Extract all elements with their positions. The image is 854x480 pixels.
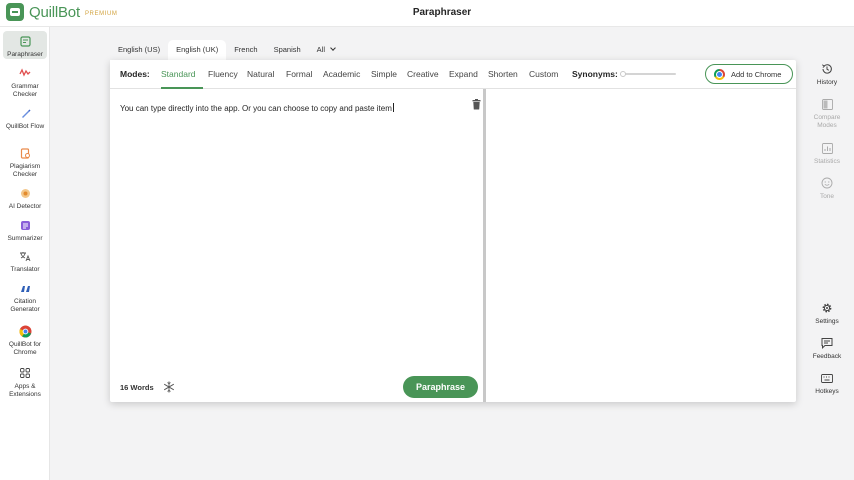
translate-icon	[18, 249, 32, 263]
mode-expand[interactable]: Expand	[449, 69, 478, 79]
input-text: You can type directly into the app. Or y…	[120, 104, 392, 113]
text-cursor	[392, 103, 394, 112]
sidebar-item-grammar-checker[interactable]: Grammar Checker	[3, 66, 47, 99]
panel-divider[interactable]	[483, 89, 486, 402]
language-tabs: English (US) English (UK) French Spanish…	[110, 40, 343, 60]
mode-creative[interactable]: Creative	[407, 69, 439, 79]
mode-custom[interactable]: Custom	[529, 69, 558, 79]
freeze-words-button[interactable]	[163, 380, 175, 393]
feedback-icon	[820, 336, 834, 350]
rail-item-hotkeys[interactable]: Hotkeys	[806, 371, 848, 396]
snowflake-icon	[163, 381, 175, 393]
sidebar-item-label: Paraphraser	[7, 51, 43, 58]
sidebar-item-quillbot-for-chrome[interactable]: QuillBot for Chrome	[3, 324, 47, 357]
paraphraser-icon	[18, 35, 32, 48]
tone-icon	[820, 176, 834, 190]
sidebar-item-label: Citation Generator	[10, 298, 40, 313]
ai-detector-icon	[18, 186, 32, 200]
apps-grid-icon	[18, 366, 32, 380]
sidebar: Paraphraser Grammar Checker QuillBot Flo…	[0, 27, 50, 480]
sidebar-item-label: Grammar Checker	[11, 83, 39, 98]
sidebar-item-label: QuillBot Flow	[5, 123, 45, 130]
rail-item-label: Hotkeys	[815, 388, 839, 395]
rail-item-feedback[interactable]: Feedback	[806, 336, 848, 361]
mode-academic[interactable]: Academic	[323, 69, 360, 79]
rail-item-settings[interactable]: Settings	[806, 301, 848, 326]
gear-icon	[820, 301, 834, 315]
word-count: 16 Words	[120, 383, 154, 392]
rail-item-label: History	[816, 79, 838, 86]
sidebar-item-quillbot-flow[interactable]: QuillBot Flow	[3, 106, 47, 131]
rail-item-label: Feedback	[812, 353, 842, 360]
modes-label: Modes:	[120, 69, 150, 79]
summarizer-icon	[18, 218, 32, 232]
rail-item-compare-modes[interactable]: Compare Modes	[806, 97, 848, 130]
rail-item-tone[interactable]: Tone	[806, 176, 848, 201]
paraphrase-button[interactable]: Paraphrase	[403, 376, 478, 398]
synonyms-label: Synonyms:	[572, 69, 618, 79]
mode-standard[interactable]: Standard	[161, 69, 196, 79]
sidebar-item-label: Plagiarism Checker	[9, 163, 41, 178]
chrome-icon	[714, 68, 725, 80]
sidebar-item-label: AI Detector	[8, 203, 42, 210]
add-to-chrome-button[interactable]: Add to Chrome	[705, 64, 793, 84]
sidebar-item-paraphraser[interactable]: Paraphraser	[3, 31, 47, 59]
sidebar-item-label: Summarizer	[7, 235, 43, 242]
sidebar-item-translator[interactable]: Translator	[3, 249, 47, 274]
pen-icon	[18, 106, 32, 120]
sidebar-item-citation-generator[interactable]: Citation Generator	[3, 281, 47, 314]
mode-natural[interactable]: Natural	[247, 69, 274, 79]
mode-fluency[interactable]: Fluency	[208, 69, 238, 79]
sidebar-item-summarizer[interactable]: Summarizer	[3, 218, 47, 243]
page-title: Paraphraser	[412, 7, 472, 18]
keyboard-icon	[820, 371, 834, 385]
active-mode-indicator	[161, 87, 203, 89]
input-text-area[interactable]: You can type directly into the app. Or y…	[120, 103, 460, 113]
tab-spanish[interactable]: Spanish	[266, 40, 309, 60]
tab-french[interactable]: French	[226, 40, 265, 60]
sidebar-item-ai-detector[interactable]: AI Detector	[3, 186, 47, 211]
modes-bar: Modes: Standard Fluency Natural Formal A…	[110, 60, 796, 89]
trash-icon	[472, 99, 481, 110]
rail-item-label: Compare Modes	[813, 114, 841, 129]
history-icon	[820, 62, 834, 76]
mode-simple[interactable]: Simple	[371, 69, 397, 79]
add-to-chrome-label: Add to Chrome	[731, 69, 782, 79]
grammar-icon	[18, 66, 32, 80]
sidebar-item-label: QuillBot for Chrome	[8, 341, 42, 356]
rail-item-history[interactable]: History	[806, 62, 848, 87]
top-bar: QuillBot PREMIUM Paraphraser	[0, 0, 854, 27]
rail-item-label: Statistics	[813, 158, 840, 165]
chevron-down-icon	[330, 45, 336, 51]
rail-item-label: Settings	[815, 318, 839, 325]
tab-all-languages[interactable]: All	[309, 40, 343, 60]
compare-icon	[820, 97, 834, 111]
quote-icon	[18, 281, 32, 295]
rail-item-label: Tone	[819, 193, 835, 200]
chrome-icon	[18, 324, 32, 338]
paraphraser-panel: Modes: Standard Fluency Natural Formal A…	[110, 60, 796, 402]
tab-english-uk[interactable]: English (UK)	[168, 40, 227, 60]
mode-shorten[interactable]: Shorten	[488, 69, 518, 79]
sidebar-item-apps-extensions[interactable]: Apps & Extensions	[3, 366, 47, 399]
sidebar-item-label: Apps & Extensions	[9, 383, 41, 398]
rail-item-statistics[interactable]: Statistics	[806, 141, 848, 166]
tab-english-us[interactable]: English (US)	[110, 40, 168, 60]
tab-all-label: All	[316, 45, 326, 54]
sidebar-item-plagiarism-checker[interactable]: Plagiarism Checker	[3, 146, 47, 179]
delete-text-button[interactable]	[472, 97, 482, 110]
plagiarism-icon	[18, 146, 32, 160]
mode-formal[interactable]: Formal	[286, 69, 312, 79]
synonyms-slider[interactable]	[620, 71, 676, 77]
statistics-icon	[820, 141, 834, 155]
synonyms-slider-handle[interactable]	[620, 71, 626, 77]
sidebar-item-label: Translator	[10, 266, 40, 273]
